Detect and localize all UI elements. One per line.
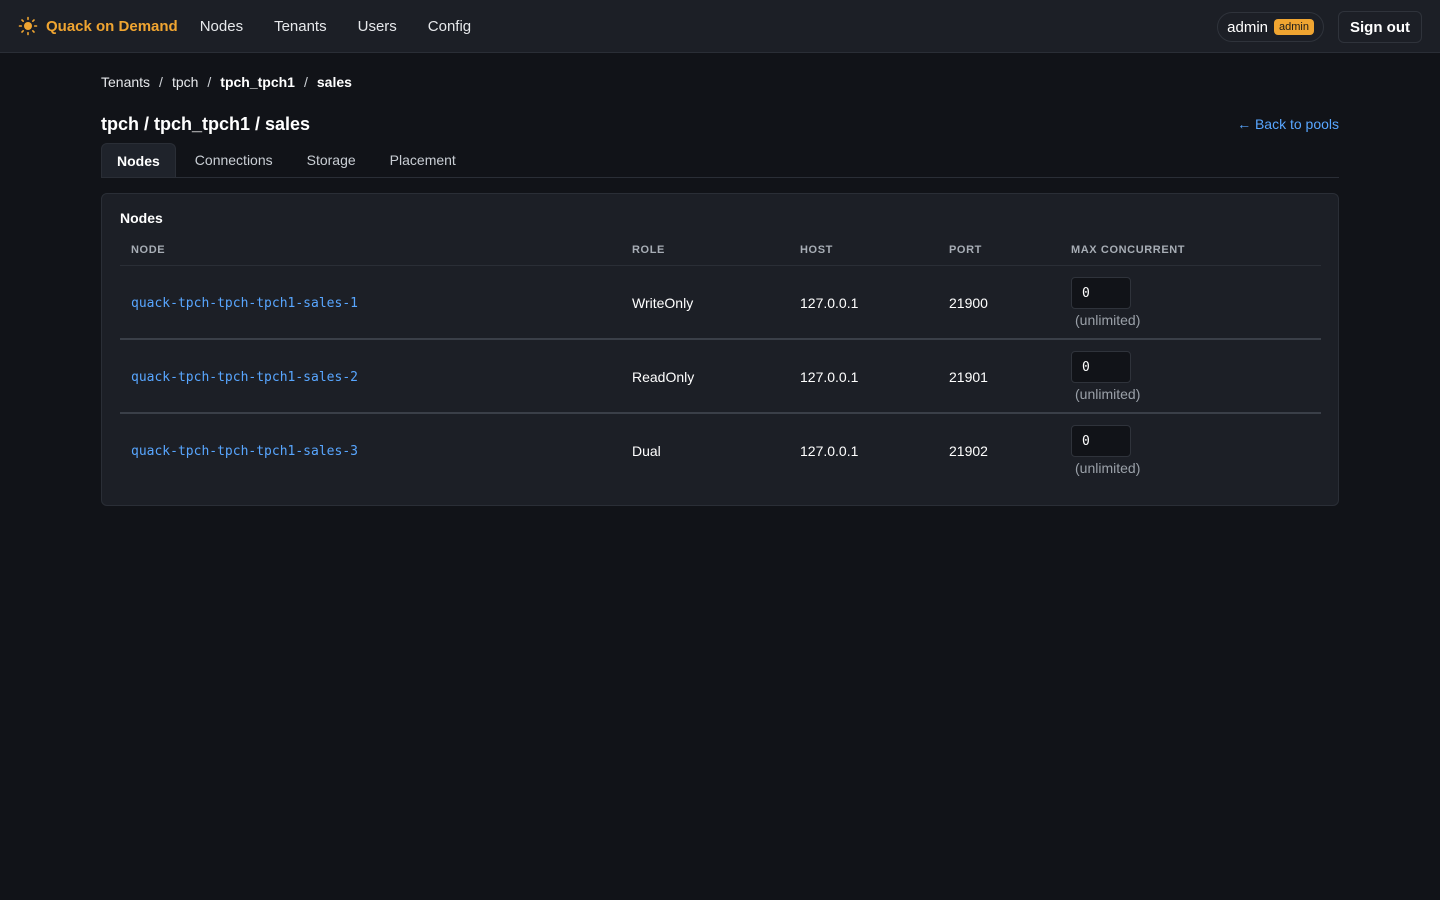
unlimited-hint: (unlimited) xyxy=(1075,386,1141,402)
tab-nodes[interactable]: Nodes xyxy=(101,143,176,177)
nav-tenants[interactable]: Tenants xyxy=(274,18,327,35)
nodes-table: NODE ROLE HOST PORT MAX CONCURRENT quack… xyxy=(120,244,1321,486)
max-concurrent-cell: (unlimited) xyxy=(1060,339,1321,414)
breadcrumb: Tenants / tpch / tpch_tpch1 / sales xyxy=(101,73,1339,91)
column-header-max-concurrent: MAX CONCURRENT xyxy=(1060,244,1321,266)
column-header-role: ROLE xyxy=(621,244,789,266)
role-cell: Dual xyxy=(632,442,661,459)
breadcrumb-tenant[interactable]: tpch xyxy=(172,74,198,90)
max-concurrent-input[interactable] xyxy=(1071,351,1131,383)
port-cell: 21901 xyxy=(938,339,1060,414)
user-name: admin xyxy=(1227,18,1269,36)
breadcrumb-tenants[interactable]: Tenants xyxy=(101,74,150,90)
sun-icon xyxy=(18,16,38,36)
table-row: quack-tpch-tpch-tpch1-sales-2 ReadOnly 1… xyxy=(120,339,1321,414)
node-link[interactable]: quack-tpch-tpch-tpch1-sales-1 xyxy=(131,296,358,311)
port-cell: 21900 xyxy=(938,265,1060,340)
tab-placement[interactable]: Placement xyxy=(375,143,471,177)
nodes-card: Nodes NODE ROLE HOST PORT MAX CONCURRENT… xyxy=(101,193,1339,506)
host-cell: 127.0.0.1 xyxy=(789,265,938,340)
breadcrumb-separator: / xyxy=(159,74,163,90)
user-area: admin admin Sign out xyxy=(1217,11,1422,43)
brand[interactable]: Quack on Demand xyxy=(18,16,178,36)
role-cell: ReadOnly xyxy=(621,339,789,414)
nav-nodes[interactable]: Nodes xyxy=(200,18,243,35)
host-cell: 127.0.0.1 xyxy=(789,339,938,414)
column-header-host: HOST xyxy=(789,244,938,266)
role-cell: WriteOnly xyxy=(621,265,789,340)
column-header-port: PORT xyxy=(938,244,1060,266)
node-link[interactable]: quack-tpch-tpch-tpch1-sales-3 xyxy=(131,444,358,459)
main-content: Tenants / tpch / tpch_tpch1 / sales tpch… xyxy=(101,54,1339,506)
card-title: Nodes xyxy=(120,210,163,226)
breadcrumb-separator: / xyxy=(207,74,212,90)
node-link[interactable]: quack-tpch-tpch-tpch1-sales-2 xyxy=(131,370,358,385)
tab-connections[interactable]: Connections xyxy=(180,143,288,177)
breadcrumb-current: sales xyxy=(316,74,352,90)
table-row: quack-tpch-tpch-tpch1-sales-1 WriteOnly … xyxy=(120,265,1321,340)
column-header-node: NODE xyxy=(120,244,621,266)
unlimited-hint: (unlimited) xyxy=(1075,312,1141,328)
max-concurrent-input[interactable] xyxy=(1071,425,1131,457)
nav-users[interactable]: Users xyxy=(358,18,397,35)
table-row: quack-tpch-tpch-tpch1-sales-3 Dual 127.0… xyxy=(120,413,1321,486)
page-title: tpch / tpch_tpch1 / sales xyxy=(101,114,311,134)
max-concurrent-cell: (unlimited) xyxy=(1060,265,1321,340)
back-to-pools-link[interactable]: ← Back to pools xyxy=(1237,110,1339,138)
tab-bar: Nodes Connections Storage Placement xyxy=(101,143,1339,178)
unlimited-hint: (unlimited) xyxy=(1075,460,1141,476)
brand-name: Quack on Demand xyxy=(46,17,178,35)
port-cell: 21902 xyxy=(949,442,988,459)
user-pill[interactable]: admin admin xyxy=(1217,12,1324,42)
max-concurrent-input[interactable] xyxy=(1071,277,1131,309)
breadcrumb-separator: / xyxy=(303,74,308,90)
nav-config[interactable]: Config xyxy=(428,18,471,35)
host-cell: 127.0.0.1 xyxy=(800,442,859,459)
tab-storage[interactable]: Storage xyxy=(292,143,371,177)
top-nav: Quack on Demand Nodes Tenants Users Conf… xyxy=(0,0,1440,53)
breadcrumb-database[interactable]: tpch_tpch1 xyxy=(220,74,295,90)
title-row: tpch / tpch_tpch1 / sales ← Back to pool… xyxy=(101,110,1339,138)
max-concurrent-cell: (unlimited) xyxy=(1060,413,1321,486)
sign-out-button[interactable]: Sign out xyxy=(1338,11,1422,43)
role-badge: admin xyxy=(1274,19,1314,35)
